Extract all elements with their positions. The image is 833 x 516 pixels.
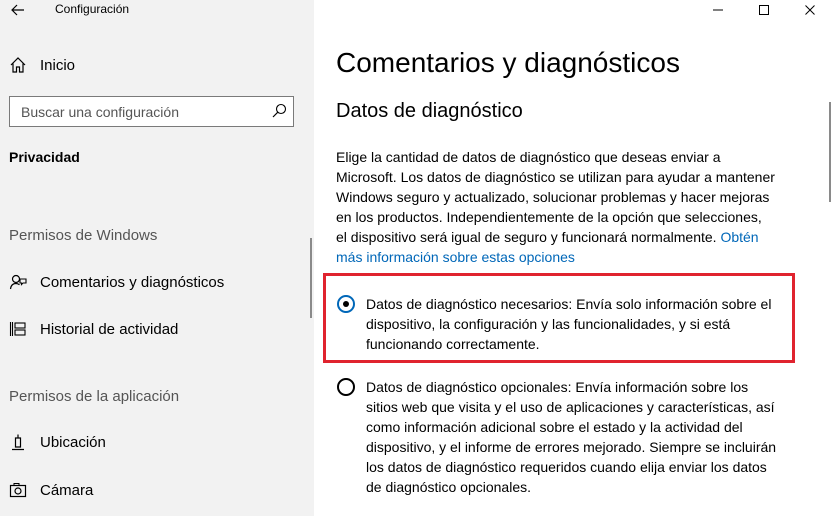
sidebar-item-label: Cámara	[40, 481, 94, 499]
minimize-button[interactable]	[695, 0, 741, 20]
home-icon	[9, 56, 27, 74]
radio-dot	[343, 301, 349, 307]
radio-label: Datos de diagnóstico opcionales: Envía i…	[366, 379, 777, 495]
sidebar-item-location[interactable]: Ubicación	[0, 429, 300, 455]
description-text: Elige la cantidad de datos de diagnóstic…	[336, 149, 775, 245]
sidebar-item-home[interactable]: Inicio	[0, 52, 300, 78]
close-button[interactable]	[787, 0, 833, 20]
section-title: Datos de diagnóstico	[336, 100, 523, 122]
close-icon	[805, 5, 815, 15]
sidebar-item-label: Comentarios y diagnósticos	[40, 273, 225, 291]
minimize-icon	[713, 9, 723, 11]
timeline-icon	[9, 320, 27, 338]
sidebar-item-label: Historial de actividad	[40, 320, 179, 338]
sidebar-item-label: Ubicación	[40, 433, 106, 451]
camera-icon	[9, 481, 27, 499]
radio-button-unchecked[interactable]	[337, 378, 355, 396]
page-title: Comentarios y diagnósticos	[336, 47, 680, 78]
radio-label: Datos de diagnóstico necesarios: Envía s…	[366, 296, 772, 352]
back-button[interactable]	[8, 0, 28, 20]
back-arrow-icon	[11, 4, 24, 16]
maximize-button[interactable]	[741, 0, 787, 20]
search-input[interactable]	[10, 97, 271, 126]
settings-window: Configuración Inicio Privacidad Permisos…	[0, 0, 833, 516]
title-bar: Configuración	[0, 0, 314, 22]
feedback-icon	[9, 273, 27, 291]
sidebar-item-camera[interactable]: Cámara	[0, 477, 300, 503]
current-section-label: Privacidad	[9, 149, 80, 165]
search-box[interactable]	[9, 96, 294, 127]
radio-button-checked[interactable]	[337, 295, 355, 313]
sidebar-item-activity-history[interactable]: Historial de actividad	[0, 316, 300, 342]
main-scrollbar[interactable]	[829, 102, 831, 202]
main-content: Comentarios y diagnósticos Datos de diag…	[314, 0, 833, 516]
location-icon	[9, 433, 27, 451]
group-header-windows-permissions: Permisos de Windows	[9, 227, 158, 244]
sidebar-item-label: Inicio	[40, 56, 76, 74]
window-controls	[695, 0, 833, 22]
description: Elige la cantidad de datos de diagnóstic…	[336, 147, 776, 267]
app-title: Configuración	[55, 2, 130, 16]
group-header-app-permissions: Permisos de la aplicación	[9, 388, 180, 405]
maximize-icon	[759, 5, 769, 15]
search-icon[interactable]	[271, 103, 287, 119]
sidebar-item-feedback[interactable]: Comentarios y diagnósticos	[0, 269, 300, 295]
sidebar: Configuración Inicio Privacidad Permisos…	[0, 0, 314, 516]
sidebar-scrollbar[interactable]	[310, 238, 312, 318]
